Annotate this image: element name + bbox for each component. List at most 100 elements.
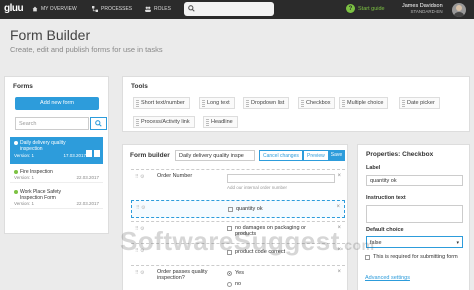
preview-button[interactable]: Preview <box>303 150 329 161</box>
gluu-logo[interactable]: gluu <box>4 3 24 14</box>
tool-headline[interactable]: Headline <box>203 116 238 128</box>
user-role: STANDARD-EN <box>410 9 443 14</box>
drag-handle-icon <box>136 118 139 126</box>
watermark: SoftwareSuggest.com <box>120 226 375 256</box>
radio-button <box>227 271 232 276</box>
drag-handle-icon: ⠿ ⚙ <box>135 174 145 180</box>
tool-long-text[interactable]: Long text <box>199 97 235 109</box>
tool-label: Process/Activity link <box>141 119 190 125</box>
tool-date-picker[interactable]: Date picker <box>399 97 440 109</box>
drag-handle-icon: ⠿ ⚙ <box>135 270 145 276</box>
search-icon <box>95 120 102 127</box>
tools-title: Tools <box>131 83 148 90</box>
cancel-changes-button[interactable]: Cancel changes <box>259 150 303 161</box>
page-subtitle: Create, edit and publish forms for use i… <box>10 45 163 54</box>
required-label: This is required for submitting form <box>373 254 458 260</box>
forms-search-input[interactable]: Search <box>15 117 89 130</box>
radio-button <box>227 282 232 287</box>
field-hint: Add our internal order number <box>227 185 288 190</box>
nav-label: PROCESSES <box>101 6 133 12</box>
add-new-form-button[interactable]: Add new form <box>15 97 99 110</box>
drag-handle-icon <box>301 99 304 107</box>
field-preview-input <box>227 174 335 183</box>
form-name: Work Place Safety Inspection Form <box>20 189 62 201</box>
form-list-item[interactable]: Work Place Safety Inspection Form Versio… <box>10 187 103 209</box>
drag-handle-icon <box>206 118 209 126</box>
user-menu[interactable]: James Davidson STANDARD-EN <box>402 3 443 15</box>
page-title: Form Builder <box>10 27 91 43</box>
form-builder-panel: Form builder Daily delivery quality insp… <box>122 144 348 290</box>
tool-process-link[interactable]: Process/Activity link <box>133 116 195 128</box>
drag-handle-icon <box>202 99 205 107</box>
tool-label: Long text <box>207 100 230 106</box>
form-date: 17.03.2017 <box>63 153 86 158</box>
form-builder-title: Form builder <box>130 152 170 159</box>
field-row-quantity-ok[interactable]: ⠿ ⚙ quantity ok × <box>131 200 345 218</box>
properties-panel: Properties: Checkbox Label quantity ok I… <box>357 144 470 290</box>
tools-panel: Tools Short text/number Long text Dropdo… <box>122 76 470 132</box>
field-row-order-passes[interactable]: ⠿ ⚙ Order passes quality inspection? Yes… <box>131 265 345 290</box>
form-name-input[interactable]: Daily delivery quality inspe <box>175 150 255 161</box>
option-label: Yes <box>235 270 244 276</box>
close-icon[interactable]: × <box>337 269 341 275</box>
users-icon <box>145 6 151 12</box>
drag-handle-icon: ⠿ ⚙ <box>136 205 146 211</box>
start-guide-link[interactable]: ? Start guide <box>346 4 385 13</box>
form-name: Daily delivery quality inspection <box>20 140 66 152</box>
instruction-textarea[interactable] <box>366 205 463 223</box>
field-question: Order passes quality inspection? <box>157 269 208 281</box>
forms-title: Forms <box>13 83 33 90</box>
avatar[interactable] <box>452 3 466 17</box>
nav-roles[interactable]: ROLES <box>145 6 171 12</box>
close-icon[interactable]: × <box>337 173 341 179</box>
form-version: Version: 1 <box>14 153 35 158</box>
tool-short-text[interactable]: Short text/number <box>133 97 190 109</box>
status-dot <box>14 141 18 145</box>
field-row-order-number[interactable]: ⠿ ⚙ Order Number Add our internal order … <box>131 169 345 195</box>
close-icon[interactable]: × <box>336 204 340 210</box>
home-icon <box>32 6 38 12</box>
delete-icon[interactable] <box>94 150 100 157</box>
form-date: 22.03.2017 <box>76 201 99 206</box>
forms-search-button[interactable] <box>90 117 107 130</box>
default-choice-select[interactable]: false ▾ <box>366 236 463 248</box>
start-guide-label: Start guide <box>358 5 385 12</box>
chevron-down-icon: ▾ <box>456 240 459 246</box>
status-dot <box>14 170 18 174</box>
nav-my-overview[interactable]: MY OVERVIEW <box>32 6 77 12</box>
drag-handle-icon <box>402 99 405 107</box>
field-question: Order Number <box>157 173 193 179</box>
copy-icon[interactable] <box>86 150 92 157</box>
label-input[interactable]: quantity ok <box>366 175 463 186</box>
flowchart-icon <box>92 6 98 12</box>
form-date: 22.03.2017 <box>76 175 99 180</box>
tool-label: Headline <box>211 119 233 125</box>
tool-label: Dropdown list <box>251 100 285 106</box>
nav-label: MY OVERVIEW <box>41 6 77 12</box>
search-icon <box>188 5 195 12</box>
advanced-settings-link[interactable]: Advanced settings <box>365 275 410 281</box>
forms-panel: Forms Add new form Search Daily delivery… <box>4 76 109 234</box>
tool-multiple-choice[interactable]: Multiple choice <box>339 97 389 109</box>
global-search-input[interactable] <box>184 2 274 16</box>
drag-handle-icon <box>342 99 345 107</box>
drag-handle-icon <box>246 99 249 107</box>
tool-dropdown-list[interactable]: Dropdown list <box>243 97 290 109</box>
tool-label: Multiple choice <box>347 100 384 106</box>
label-title: Label <box>366 165 381 171</box>
properties-title: Properties: Checkbox <box>366 151 434 158</box>
form-version: Version: 1 <box>14 201 35 206</box>
checkbox <box>228 207 233 212</box>
instruction-title: Instruction text <box>366 195 406 201</box>
form-list-item[interactable]: Fire Inspection Version: 1 22.03.2017 <box>10 167 103 183</box>
tool-checkbox[interactable]: Checkbox <box>298 97 336 109</box>
help-icon: ? <box>346 4 355 13</box>
tool-label: Short text/number <box>141 100 185 106</box>
required-checkbox-row[interactable]: This is required for submitting form <box>365 254 465 260</box>
nav-processes[interactable]: PROCESSES <box>92 6 132 12</box>
top-bar: gluu MY OVERVIEW PROCESSES ROLES ? Start… <box>0 0 474 19</box>
drag-handle-icon <box>136 99 139 107</box>
save-button[interactable]: Save <box>328 150 345 161</box>
nav-label: ROLES <box>154 6 171 12</box>
form-list-item-selected[interactable]: Daily delivery quality inspection Versio… <box>10 137 103 164</box>
